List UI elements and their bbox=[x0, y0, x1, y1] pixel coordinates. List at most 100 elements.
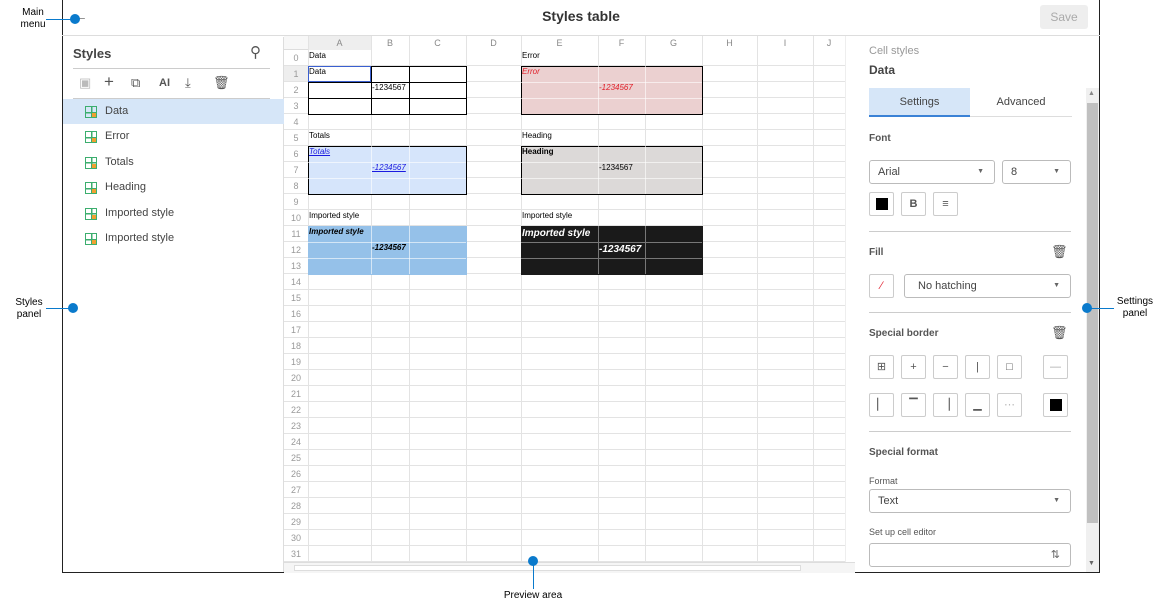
ai-icon[interactable]: AI bbox=[159, 77, 170, 89]
row-header[interactable]: 30 bbox=[284, 530, 308, 546]
row-header[interactable]: 21 bbox=[284, 386, 308, 402]
no-border-icon[interactable]: ⋯ bbox=[997, 393, 1022, 417]
delete-border-icon[interactable]: 🗑 bbox=[1051, 325, 1068, 341]
row-header[interactable]: 8 bbox=[284, 178, 308, 194]
cell-A11[interactable]: Imported style bbox=[309, 227, 364, 236]
all-borders-icon[interactable]: ⊞ bbox=[869, 355, 894, 379]
row-header[interactable]: 10 bbox=[284, 210, 308, 226]
font-color-button[interactable] bbox=[869, 192, 894, 216]
outer-border-icon[interactable]: □ bbox=[997, 355, 1022, 379]
border-color-button[interactable] bbox=[1043, 393, 1068, 417]
horizontal-scrollbar[interactable] bbox=[284, 562, 855, 573]
row-header[interactable]: 31 bbox=[284, 546, 308, 562]
row-header[interactable]: 13 bbox=[284, 258, 308, 274]
row-header[interactable]: 16 bbox=[284, 306, 308, 322]
column-header[interactable]: F bbox=[598, 36, 645, 50]
row-header[interactable]: 1 bbox=[284, 66, 308, 82]
row-header[interactable]: 26 bbox=[284, 466, 308, 482]
row-header[interactable]: 12 bbox=[284, 242, 308, 258]
cell-E6[interactable]: Heading bbox=[522, 147, 554, 156]
cell-A1[interactable]: Data bbox=[309, 67, 326, 76]
cell-A6[interactable]: Totals bbox=[309, 147, 330, 156]
inner-horizontal-border-icon[interactable]: − bbox=[933, 355, 958, 379]
preview-area[interactable]: A B C D E F G H I J 0 1 2 3 4 5 6 7 8 9 10 11 12 13 14 15 16 17 18 19… bbox=[284, 36, 855, 573]
save-icon[interactable]: ▣ bbox=[79, 75, 91, 91]
cell-B2[interactable]: -1234567 bbox=[372, 83, 406, 92]
row-header[interactable]: 29 bbox=[284, 514, 308, 530]
cell-A0[interactable]: Data bbox=[309, 51, 326, 60]
column-header[interactable]: D bbox=[466, 36, 521, 50]
row-header[interactable]: 18 bbox=[284, 338, 308, 354]
row-header[interactable]: 3 bbox=[284, 98, 308, 114]
style-list-item[interactable]: Imported style bbox=[63, 201, 284, 226]
row-header[interactable]: 24 bbox=[284, 434, 308, 450]
cell-B12[interactable]: -1234567 bbox=[372, 243, 406, 252]
style-list-item[interactable]: Imported style bbox=[63, 226, 284, 251]
row-header[interactable]: 20 bbox=[284, 370, 308, 386]
tab-settings[interactable]: Settings bbox=[869, 88, 970, 117]
column-header[interactable]: I bbox=[757, 36, 813, 50]
fill-color-none-icon[interactable]: ∕ bbox=[869, 274, 894, 298]
search-icon[interactable]: ⚲ bbox=[250, 43, 261, 61]
column-header[interactable]: C bbox=[409, 36, 466, 50]
column-header[interactable]: E bbox=[521, 36, 598, 50]
hatching-select[interactable]: No hatching ▼ bbox=[904, 274, 1071, 298]
cell-B7[interactable]: -1234567 bbox=[372, 163, 406, 172]
cell-A5[interactable]: Totals bbox=[309, 131, 330, 140]
bold-button[interactable]: B bbox=[901, 192, 926, 216]
row-header[interactable]: 15 bbox=[284, 290, 308, 306]
row-header[interactable]: 27 bbox=[284, 482, 308, 498]
row-header[interactable]: 6 bbox=[284, 146, 308, 162]
column-header[interactable]: A bbox=[308, 36, 371, 50]
row-header[interactable]: 11 bbox=[284, 226, 308, 242]
align-left-icon[interactable]: ≡ bbox=[933, 192, 958, 216]
inner-borders-icon[interactable]: + bbox=[901, 355, 926, 379]
bottom-border-icon[interactable]: ▁ bbox=[965, 393, 990, 417]
cell-F12[interactable]: -1234567 bbox=[599, 244, 641, 255]
cell-F2[interactable]: -1234567 bbox=[599, 83, 633, 92]
delete-fill-icon[interactable]: 🗑 bbox=[1051, 244, 1068, 260]
row-header[interactable]: 17 bbox=[284, 322, 308, 338]
line-style-icon[interactable]: — bbox=[1043, 355, 1068, 379]
style-list-item[interactable]: Data bbox=[63, 99, 284, 124]
row-header[interactable]: 0 bbox=[284, 50, 308, 66]
row-header[interactable]: 5 bbox=[284, 130, 308, 146]
font-size-select[interactable]: 8 ▼ bbox=[1002, 160, 1071, 184]
delete-icon[interactable]: 🗑 bbox=[213, 75, 230, 91]
column-header[interactable]: J bbox=[813, 36, 845, 50]
settings-scrollbar[interactable]: ▲ ▼ bbox=[1086, 88, 1099, 572]
inner-vertical-border-icon[interactable]: | bbox=[965, 355, 990, 379]
cell-E0[interactable]: Error bbox=[522, 51, 540, 60]
column-header[interactable]: G bbox=[645, 36, 702, 50]
right-border-icon[interactable]: ▕ bbox=[933, 393, 958, 417]
cell-E11[interactable]: Imported style bbox=[522, 228, 590, 239]
top-border-icon[interactable]: ▔ bbox=[901, 393, 926, 417]
row-header[interactable]: 9 bbox=[284, 194, 308, 210]
format-select[interactable]: Text ▼ bbox=[869, 489, 1071, 513]
font-family-select[interactable]: Arial ▼ bbox=[869, 160, 995, 184]
cell-F7[interactable]: -1234567 bbox=[599, 163, 633, 172]
save-button[interactable]: Save bbox=[1040, 5, 1088, 29]
row-header[interactable]: 2 bbox=[284, 82, 308, 98]
style-list-item[interactable]: Error bbox=[63, 124, 284, 149]
cell-editor-input[interactable]: ⇅ bbox=[869, 543, 1071, 567]
left-border-icon[interactable]: ▏ bbox=[869, 393, 894, 417]
row-header[interactable]: 4 bbox=[284, 114, 308, 130]
row-header[interactable]: 25 bbox=[284, 450, 308, 466]
cell-E5[interactable]: Heading bbox=[522, 131, 552, 140]
row-header[interactable]: 19 bbox=[284, 354, 308, 370]
row-header[interactable]: 28 bbox=[284, 498, 308, 514]
add-icon[interactable]: + bbox=[104, 72, 114, 92]
import-icon[interactable]: ⤓ bbox=[185, 75, 191, 91]
tab-advanced[interactable]: Advanced bbox=[970, 88, 1072, 117]
row-header[interactable]: 7 bbox=[284, 162, 308, 178]
cell-E1[interactable]: Error bbox=[522, 67, 540, 76]
cell-E10[interactable]: Imported style bbox=[522, 211, 572, 220]
vertical-scrollbar[interactable] bbox=[845, 36, 855, 562]
style-list-item[interactable]: Heading bbox=[63, 175, 284, 200]
style-list-item[interactable]: Totals bbox=[63, 150, 284, 175]
row-header[interactable]: 23 bbox=[284, 418, 308, 434]
row-header[interactable]: 22 bbox=[284, 402, 308, 418]
copy-icon[interactable]: ⧉ bbox=[131, 75, 140, 91]
column-header[interactable]: H bbox=[702, 36, 757, 50]
